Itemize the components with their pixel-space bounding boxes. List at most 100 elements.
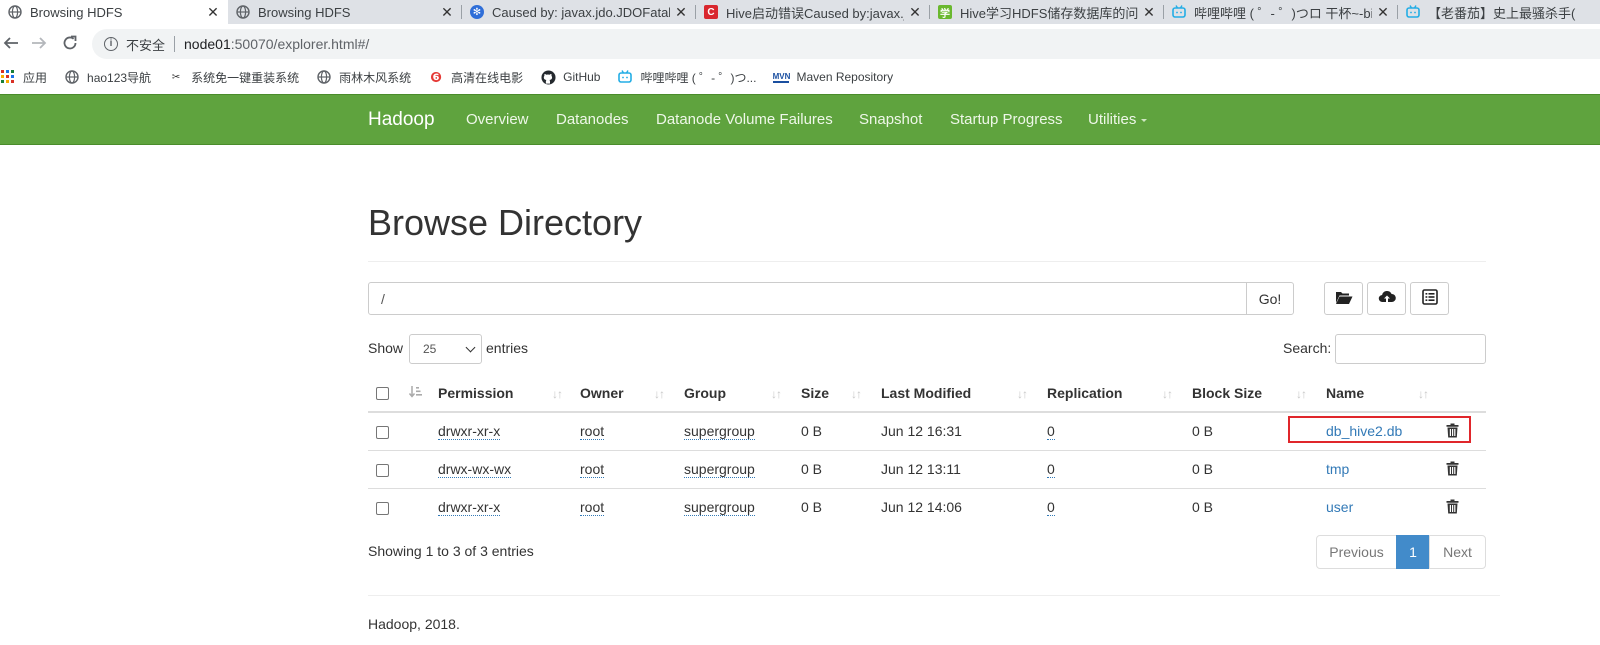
bookmarks-bar: 应用 hao123导航 ✂ 系统免一键重装系统 雨林木风系统 ❻ 高清在线电影 … <box>0 64 1600 90</box>
sort-icon: ↓↑ <box>1017 387 1028 401</box>
nav-snapshot[interactable]: Snapshot <box>859 111 922 128</box>
bookmark-bilibili[interactable]: 哔哩哔哩 ( ゜- ゜)つ... <box>617 69 756 86</box>
column-header-last-modified[interactable]: Last Modified ↓↑ <box>881 374 1047 413</box>
column-label: Size <box>801 384 830 401</box>
trash-icon[interactable] <box>1446 499 1459 517</box>
browser-tab[interactable]: 学 Hive学习HDFS储存数据库的问题 ✕ <box>930 0 1164 24</box>
group-value[interactable]: supergroup <box>684 461 755 478</box>
replication-value[interactable]: 0 <box>1047 499 1055 517</box>
upload-files-button[interactable] <box>1367 282 1406 315</box>
info-icon[interactable]: i <box>104 37 118 51</box>
column-label: Owner <box>580 384 624 401</box>
close-icon[interactable]: ✕ <box>440 4 454 21</box>
group-value[interactable]: supergroup <box>684 499 755 517</box>
column-header-name[interactable]: Name ↓↑ <box>1326 374 1486 413</box>
pagination-next[interactable]: Next <box>1429 535 1486 569</box>
globe-icon <box>8 5 22 19</box>
reload-icon[interactable] <box>59 32 81 54</box>
name-link[interactable]: user <box>1326 499 1353 515</box>
trash-icon[interactable] <box>1446 461 1459 479</box>
directory-path-input[interactable] <box>368 282 1247 315</box>
browser-tab[interactable]: C Hive启动错误Caused by:javax.jd ✕ <box>696 0 930 24</box>
bookmark-ylmf[interactable]: 雨林木风系统 <box>316 69 411 86</box>
bookmark-reinstall[interactable]: ✂ 系统免一键重装系统 <box>168 69 299 86</box>
chevron-down-icon <box>465 342 476 353</box>
bookmark-github[interactable]: GitHub <box>540 69 600 85</box>
tab-title: Hive启动错误Caused by:javax.jd <box>726 5 904 21</box>
go-button[interactable]: Go! <box>1246 282 1294 315</box>
permission-value[interactable]: drwxr-xr-x <box>438 423 501 441</box>
row-checkbox[interactable] <box>376 463 389 477</box>
flame-icon: ❻ <box>430 68 443 85</box>
bookmark-label: hao123导航 <box>87 70 152 85</box>
create-directory-button[interactable] <box>1324 282 1363 315</box>
size-cell: 0 B <box>801 423 823 440</box>
owner-value[interactable]: root <box>580 423 605 441</box>
name-link[interactable]: tmp <box>1326 461 1349 477</box>
folder-open-icon <box>1335 290 1353 308</box>
close-icon[interactable]: ✕ <box>1376 4 1390 21</box>
close-icon[interactable]: ✕ <box>1142 4 1156 21</box>
tab-title: 哔哩哔哩 ( ゜- ゜)つロ 干杯~-bilil <box>1194 5 1372 21</box>
row-checkbox[interactable] <box>376 426 389 440</box>
tab-title: Browsing HDFS <box>258 4 351 20</box>
close-icon[interactable]: ✕ <box>206 4 220 21</box>
close-icon[interactable]: ✕ <box>674 4 688 21</box>
column-label: Replication <box>1047 384 1123 401</box>
bookmark-maven[interactable]: MVN Maven Repository <box>773 70 894 84</box>
column-header-size[interactable]: Size ↓↑ <box>801 374 881 413</box>
column-header-block-size[interactable]: Block Size ↓↑ <box>1192 374 1326 413</box>
navbar-brand[interactable]: Hadoop <box>368 109 435 131</box>
nav-startup-progress[interactable]: Startup Progress <box>950 111 1063 128</box>
owner-value[interactable]: root <box>580 499 605 517</box>
column-header-group[interactable]: Group ↓↑ <box>684 374 801 413</box>
address-bar[interactable]: i 不安全 node01:50070/explorer.html#/ <box>92 29 1600 59</box>
search-input[interactable] <box>1335 334 1486 364</box>
column-header-permission[interactable]: Permission ↓↑ <box>438 374 580 413</box>
replication-value[interactable]: 0 <box>1047 423 1055 441</box>
forward-arrow-icon[interactable] <box>28 32 50 54</box>
bookmark-apps[interactable]: 应用 <box>0 69 47 86</box>
group-cell: supergroup <box>684 449 801 488</box>
bookmark-label: 高清在线电影 <box>451 70 524 85</box>
sort-header[interactable] <box>407 374 438 413</box>
browser-tab[interactable]: 哔哩哔哩 ( ゜- ゜)つロ 干杯~-bilil ✕ <box>1164 0 1398 24</box>
bilibili-icon <box>1172 5 1186 19</box>
nav-overview[interactable]: Overview <box>466 111 529 128</box>
title-divider <box>368 261 1486 262</box>
group-value[interactable]: supergroup <box>684 423 755 441</box>
sort-icon: ↓↑ <box>851 387 862 401</box>
permission-value[interactable]: drwxr-xr-x <box>438 499 501 517</box>
url-path: :50070/explorer.html#/ <box>230 36 370 52</box>
permission-value[interactable]: drwx-wx-wx <box>438 461 512 478</box>
nav-datanode-volume-failures[interactable]: Datanode Volume Failures <box>656 111 833 128</box>
back-arrow-icon[interactable] <box>0 32 22 54</box>
nav-utilities-dropdown[interactable]: Utilities <box>1088 111 1148 128</box>
column-header-owner[interactable]: Owner ↓↑ <box>580 374 684 413</box>
row-checkbox[interactable] <box>376 502 389 516</box>
cut-paste-button[interactable] <box>1410 282 1449 315</box>
size-cell: 0 B <box>801 449 881 488</box>
browser-tab[interactable]: Browsing HDFS ✕ <box>228 0 462 24</box>
search-label: Search: <box>1283 340 1332 356</box>
owner-value[interactable]: root <box>580 461 605 478</box>
pagination-page-1[interactable]: 1 <box>1396 535 1430 569</box>
tab-title: Caused by: javax.jdo.JDOFatalI <box>492 4 670 20</box>
entries-per-page-select[interactable]: 25 <box>409 334 482 364</box>
select-all-checkbox[interactable] <box>376 387 389 401</box>
bookmark-hao123[interactable]: hao123导航 <box>64 69 151 86</box>
permission-cell: drwxr-xr-x <box>438 487 580 526</box>
replication-cell: 0 <box>1047 487 1192 526</box>
nav-datanodes[interactable]: Datanodes <box>556 111 629 128</box>
replication-value[interactable]: 0 <box>1047 461 1055 478</box>
close-icon[interactable]: ✕ <box>908 4 922 21</box>
column-header-replication[interactable]: Replication ↓↑ <box>1047 374 1192 413</box>
pagination-previous[interactable]: Previous <box>1316 535 1397 569</box>
browser-tab[interactable]: 【老番茄】史上最骚杀手( <box>1398 0 1600 24</box>
entries-label: entries <box>486 340 529 356</box>
browser-tab[interactable]: ✻ Caused by: javax.jdo.JDOFatalI ✕ <box>462 0 696 24</box>
owner-cell: root <box>580 487 684 526</box>
group-cell: supergroup <box>684 487 801 526</box>
browser-tab[interactable]: Browsing HDFS ✕ <box>0 0 228 24</box>
bookmark-movies[interactable]: ❻ 高清在线电影 <box>428 69 523 86</box>
